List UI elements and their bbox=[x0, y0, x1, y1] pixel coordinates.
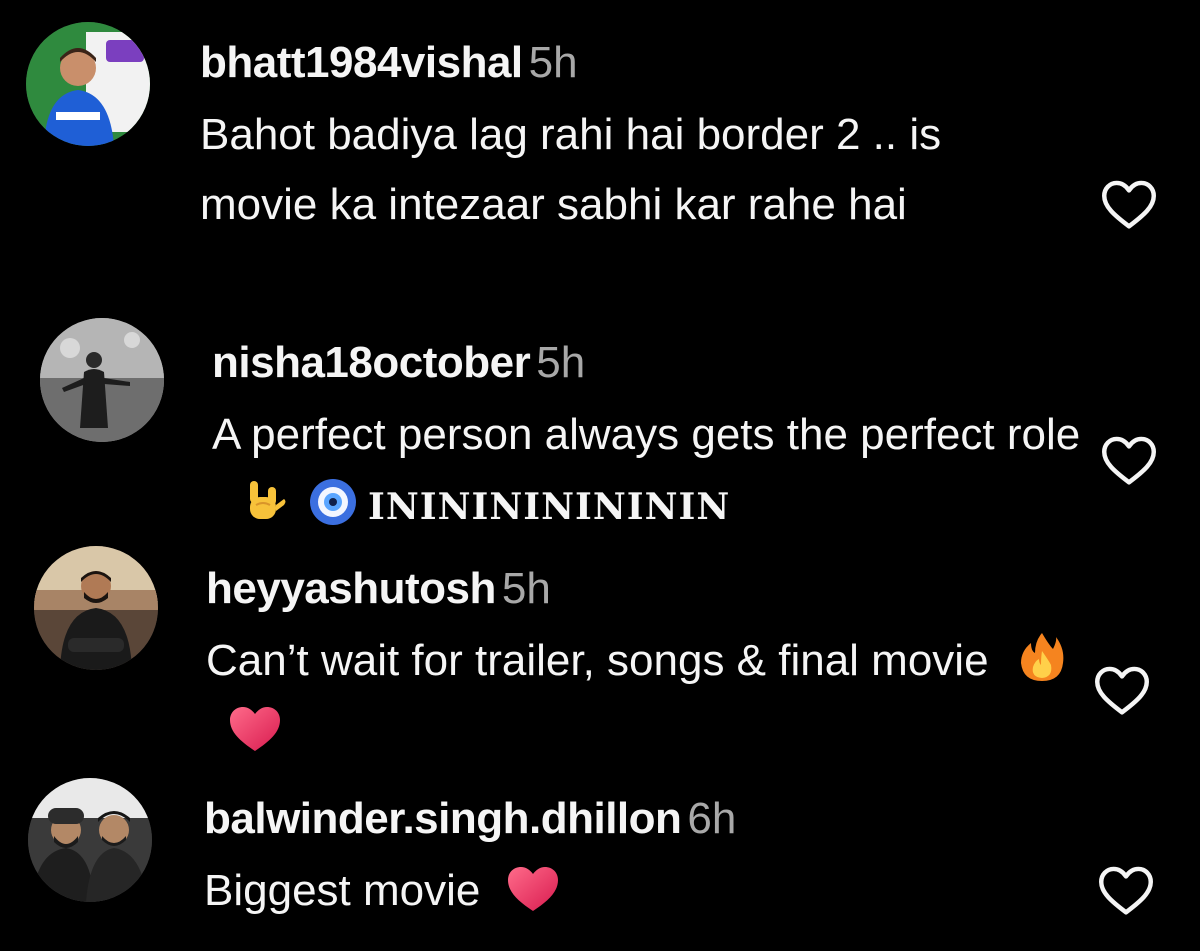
comment-text: Bahot badiya lag rahi hai border 2 .. is… bbox=[200, 110, 942, 229]
comment-text-main: Can’t wait for trailer, songs & final mo… bbox=[206, 636, 989, 685]
comment-item: heyyashutosh 5h Can’t wait for trailer, s… bbox=[0, 540, 1200, 770]
comment-text-main: A perfect person always gets the perfect… bbox=[212, 410, 1081, 459]
comment-text: A perfect person always gets the perfect… bbox=[212, 400, 1082, 542]
comment-username[interactable]: balwinder.singh.dhillon bbox=[204, 794, 682, 843]
avatar[interactable] bbox=[28, 778, 152, 902]
comment-username[interactable]: nisha18october bbox=[212, 338, 531, 387]
comment-text: Can’t wait for trailer, songs & final mo… bbox=[206, 626, 1076, 766]
comment-time: 5h bbox=[528, 38, 578, 87]
avatar-image bbox=[28, 778, 152, 902]
comment-item: balwinder.singh.dhillon 6h Biggest movie bbox=[0, 770, 1200, 951]
comment-time: 6h bbox=[687, 794, 737, 843]
avatar[interactable] bbox=[26, 22, 150, 146]
heart-emoji bbox=[506, 865, 560, 913]
avatar[interactable] bbox=[40, 318, 164, 442]
comment-item: bhatt1984vishal 5h Bahot badiya lag rahi … bbox=[0, 0, 1200, 310]
comment-text-main: Biggest movie bbox=[204, 866, 481, 915]
comment-username[interactable]: heyyashutosh bbox=[206, 564, 496, 613]
avatar-image bbox=[34, 546, 158, 670]
avatar-image bbox=[40, 318, 164, 442]
comment-text: Biggest movie bbox=[204, 856, 1074, 926]
avatar-image bbox=[26, 22, 150, 146]
nazar-amulet-emoji bbox=[308, 477, 358, 527]
comment-time: 5h bbox=[536, 338, 586, 387]
comment-time: 5h bbox=[501, 564, 551, 613]
comment-text-tail: INININININININ bbox=[368, 486, 731, 528]
avatar[interactable] bbox=[34, 546, 158, 670]
comment-username[interactable]: bhatt1984vishal bbox=[200, 38, 523, 87]
sign-of-the-horns-emoji bbox=[238, 477, 288, 527]
like-icon[interactable] bbox=[1096, 864, 1156, 916]
fire-emoji bbox=[1019, 631, 1065, 683]
heart-emoji bbox=[228, 705, 282, 753]
comment-item: nisha18october 5h A perfect person always… bbox=[0, 310, 1200, 540]
like-icon[interactable] bbox=[1092, 664, 1152, 716]
like-icon[interactable] bbox=[1099, 178, 1159, 230]
like-icon[interactable] bbox=[1099, 434, 1159, 486]
